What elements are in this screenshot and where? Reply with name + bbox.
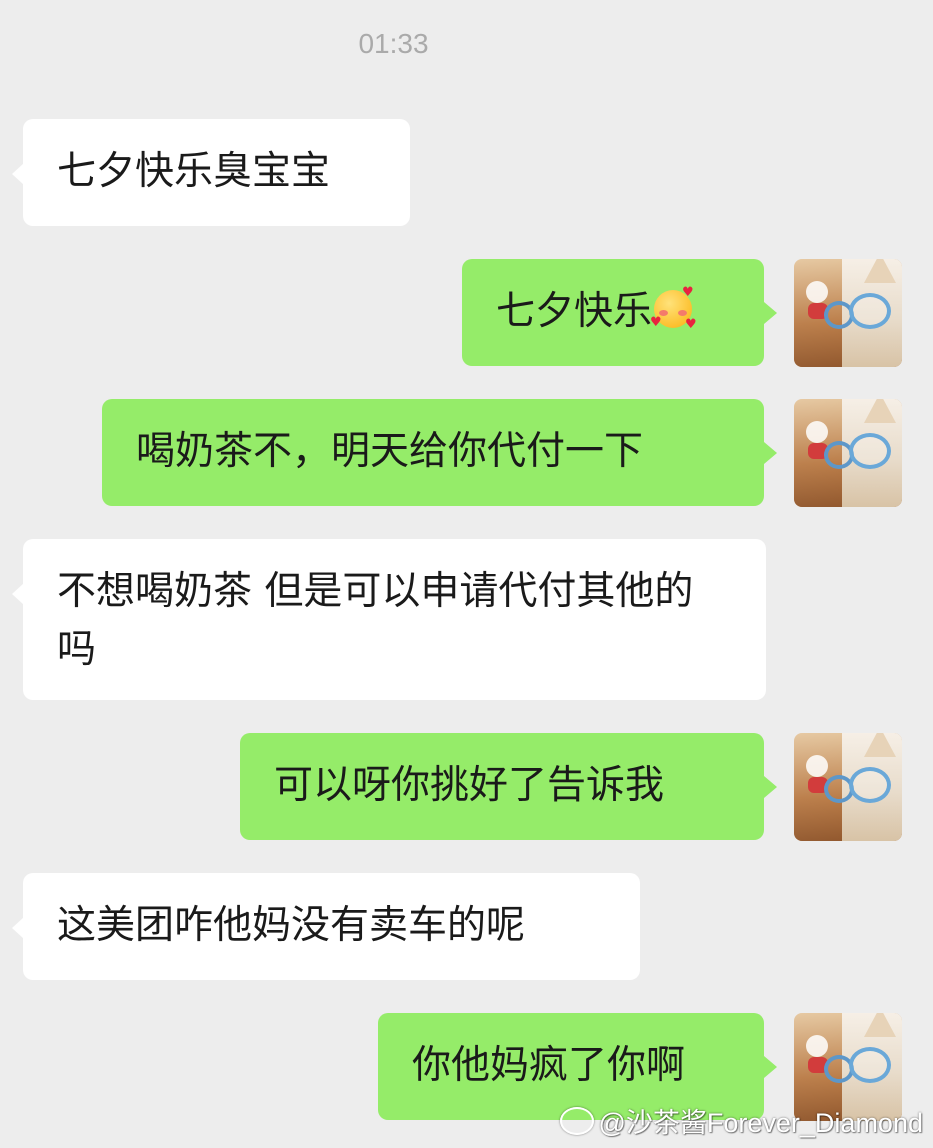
my-avatar[interactable]: [794, 259, 902, 367]
message-bubble-outgoing[interactable]: 可以呀你挑好了告诉我: [240, 733, 777, 840]
watermark-text: @沙茶酱Forever_Diamond: [598, 1108, 923, 1138]
message-text: 你他妈疯了你啊: [412, 1043, 686, 1088]
message-bubble-outgoing[interactable]: 七夕快乐 ♥ ♥ ♥: [462, 259, 777, 366]
message-text: 这美团咋他妈没有卖车的呢: [57, 903, 526, 948]
message-bubble-outgoing[interactable]: 喝奶茶不，明天给你代付一下: [102, 399, 777, 506]
message-text: 可以呀你挑好了告诉我: [274, 763, 665, 808]
weibo-icon: [560, 1107, 595, 1135]
message-text: 七夕快乐臭宝宝: [57, 149, 331, 194]
message-bubble-incoming[interactable]: 不想喝奶茶 但是可以申请代付其他的吗: [12, 539, 766, 700]
my-avatar[interactable]: [794, 733, 902, 841]
message-bubble-incoming[interactable]: 这美团咋他妈没有卖车的呢: [12, 873, 640, 980]
my-avatar[interactable]: [794, 399, 902, 507]
message-bubble-incoming[interactable]: 七夕快乐臭宝宝: [12, 119, 410, 226]
watermark: @沙茶酱Forever_Diamond: [560, 1101, 923, 1140]
smiling-face-with-hearts-icon: ♥ ♥ ♥: [650, 285, 697, 332]
message-text: 七夕快乐: [496, 289, 653, 334]
timestamp: 01:33: [358, 28, 429, 59]
message-text: 喝奶茶不，明天给你代付一下: [136, 429, 644, 474]
message-text: 不想喝奶茶 但是可以申请代付其他的吗: [57, 569, 694, 672]
